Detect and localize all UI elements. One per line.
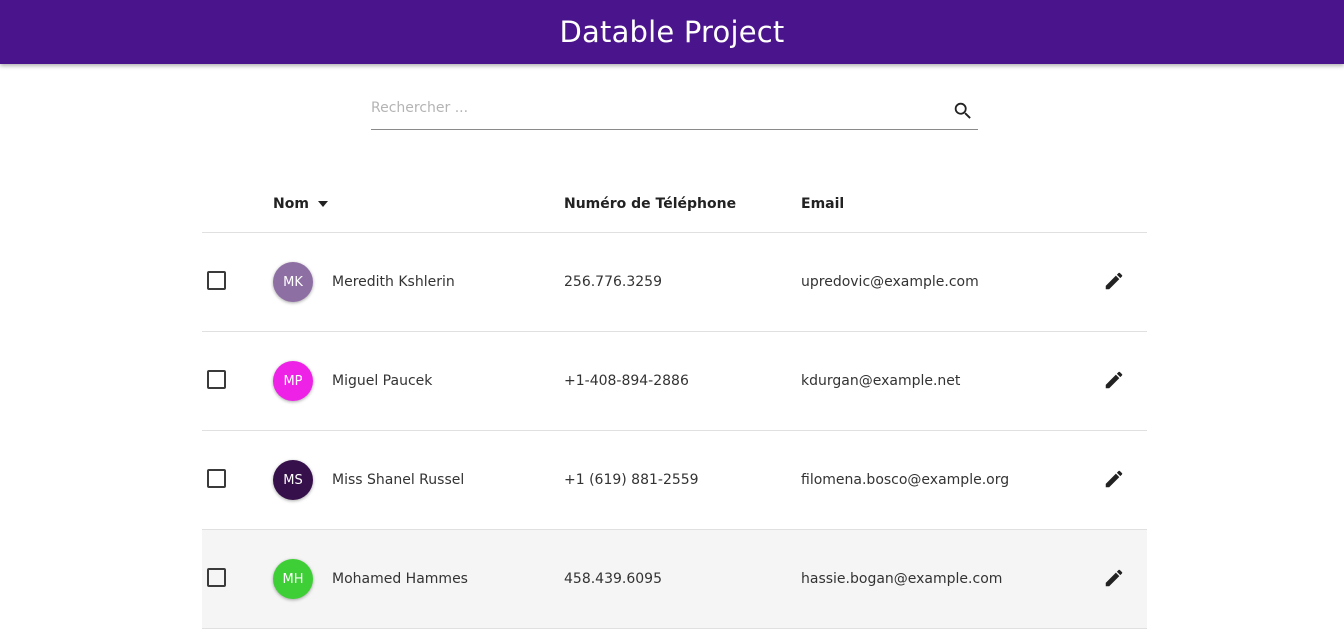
row-checkbox[interactable]: [207, 271, 226, 290]
contact-phone: 256.776.3259: [564, 274, 662, 290]
pencil-icon: [1105, 371, 1123, 389]
edit-button[interactable]: [1102, 566, 1126, 590]
contact-email: filomena.bosco@example.org: [801, 472, 1010, 488]
avatar: MH: [273, 559, 313, 599]
column-header-name-label: Nom: [273, 196, 309, 212]
edit-button[interactable]: [1102, 467, 1126, 491]
pencil-icon: [1105, 272, 1123, 290]
column-header-email[interactable]: Email: [801, 176, 844, 232]
row-checkbox[interactable]: [207, 469, 226, 488]
avatar: MP: [273, 361, 313, 401]
contact-name: Mohamed Hammes: [332, 571, 468, 587]
table-row[interactable]: MS Miss Shanel Russel +1 (619) 881-2559 …: [202, 431, 1147, 530]
contact-email: kdurgan@example.net: [801, 373, 961, 389]
search-field: [371, 88, 978, 130]
avatar: MS: [273, 460, 313, 500]
contact-name: Miss Shanel Russel: [332, 472, 465, 488]
column-header-phone[interactable]: Numéro de Téléphone: [564, 176, 736, 232]
table-row[interactable]: MK Meredith Kshlerin 256.776.3259 upredo…: [202, 233, 1147, 332]
contact-phone: +1-408-894-2886: [564, 373, 689, 389]
edit-button[interactable]: [1102, 269, 1126, 293]
search-icon: [954, 102, 971, 119]
column-header-name[interactable]: Nom: [273, 176, 329, 232]
app-title: Datable Project: [559, 15, 785, 49]
table-row[interactable]: MH Mohamed Hammes 458.439.6095 hassie.bo…: [202, 530, 1147, 629]
contact-phone: 458.439.6095: [564, 571, 662, 587]
contact-email: hassie.bogan@example.com: [801, 571, 1003, 587]
pencil-icon: [1105, 569, 1123, 587]
app-bar: Datable Project: [0, 0, 1344, 64]
search-button[interactable]: [950, 98, 976, 124]
avatar: MK: [273, 262, 313, 302]
search-input[interactable]: [371, 95, 931, 121]
contact-phone: +1 (619) 881-2559: [564, 472, 699, 488]
edit-button[interactable]: [1102, 368, 1126, 392]
contact-name: Miguel Paucek: [332, 373, 433, 389]
contact-name: Meredith Kshlerin: [332, 274, 455, 290]
row-checkbox[interactable]: [207, 568, 226, 587]
contact-email: upredovic@example.com: [801, 274, 979, 290]
table-row[interactable]: MP Miguel Paucek +1-408-894-2886 kdurgan…: [202, 332, 1147, 431]
table-header: Nom Numéro de Téléphone Email: [202, 176, 1147, 233]
row-checkbox[interactable]: [207, 370, 226, 389]
pencil-icon: [1105, 470, 1123, 488]
contacts-table: Nom Numéro de Téléphone Email MK Meredit…: [202, 176, 1147, 629]
sort-down-icon: [317, 201, 328, 207]
